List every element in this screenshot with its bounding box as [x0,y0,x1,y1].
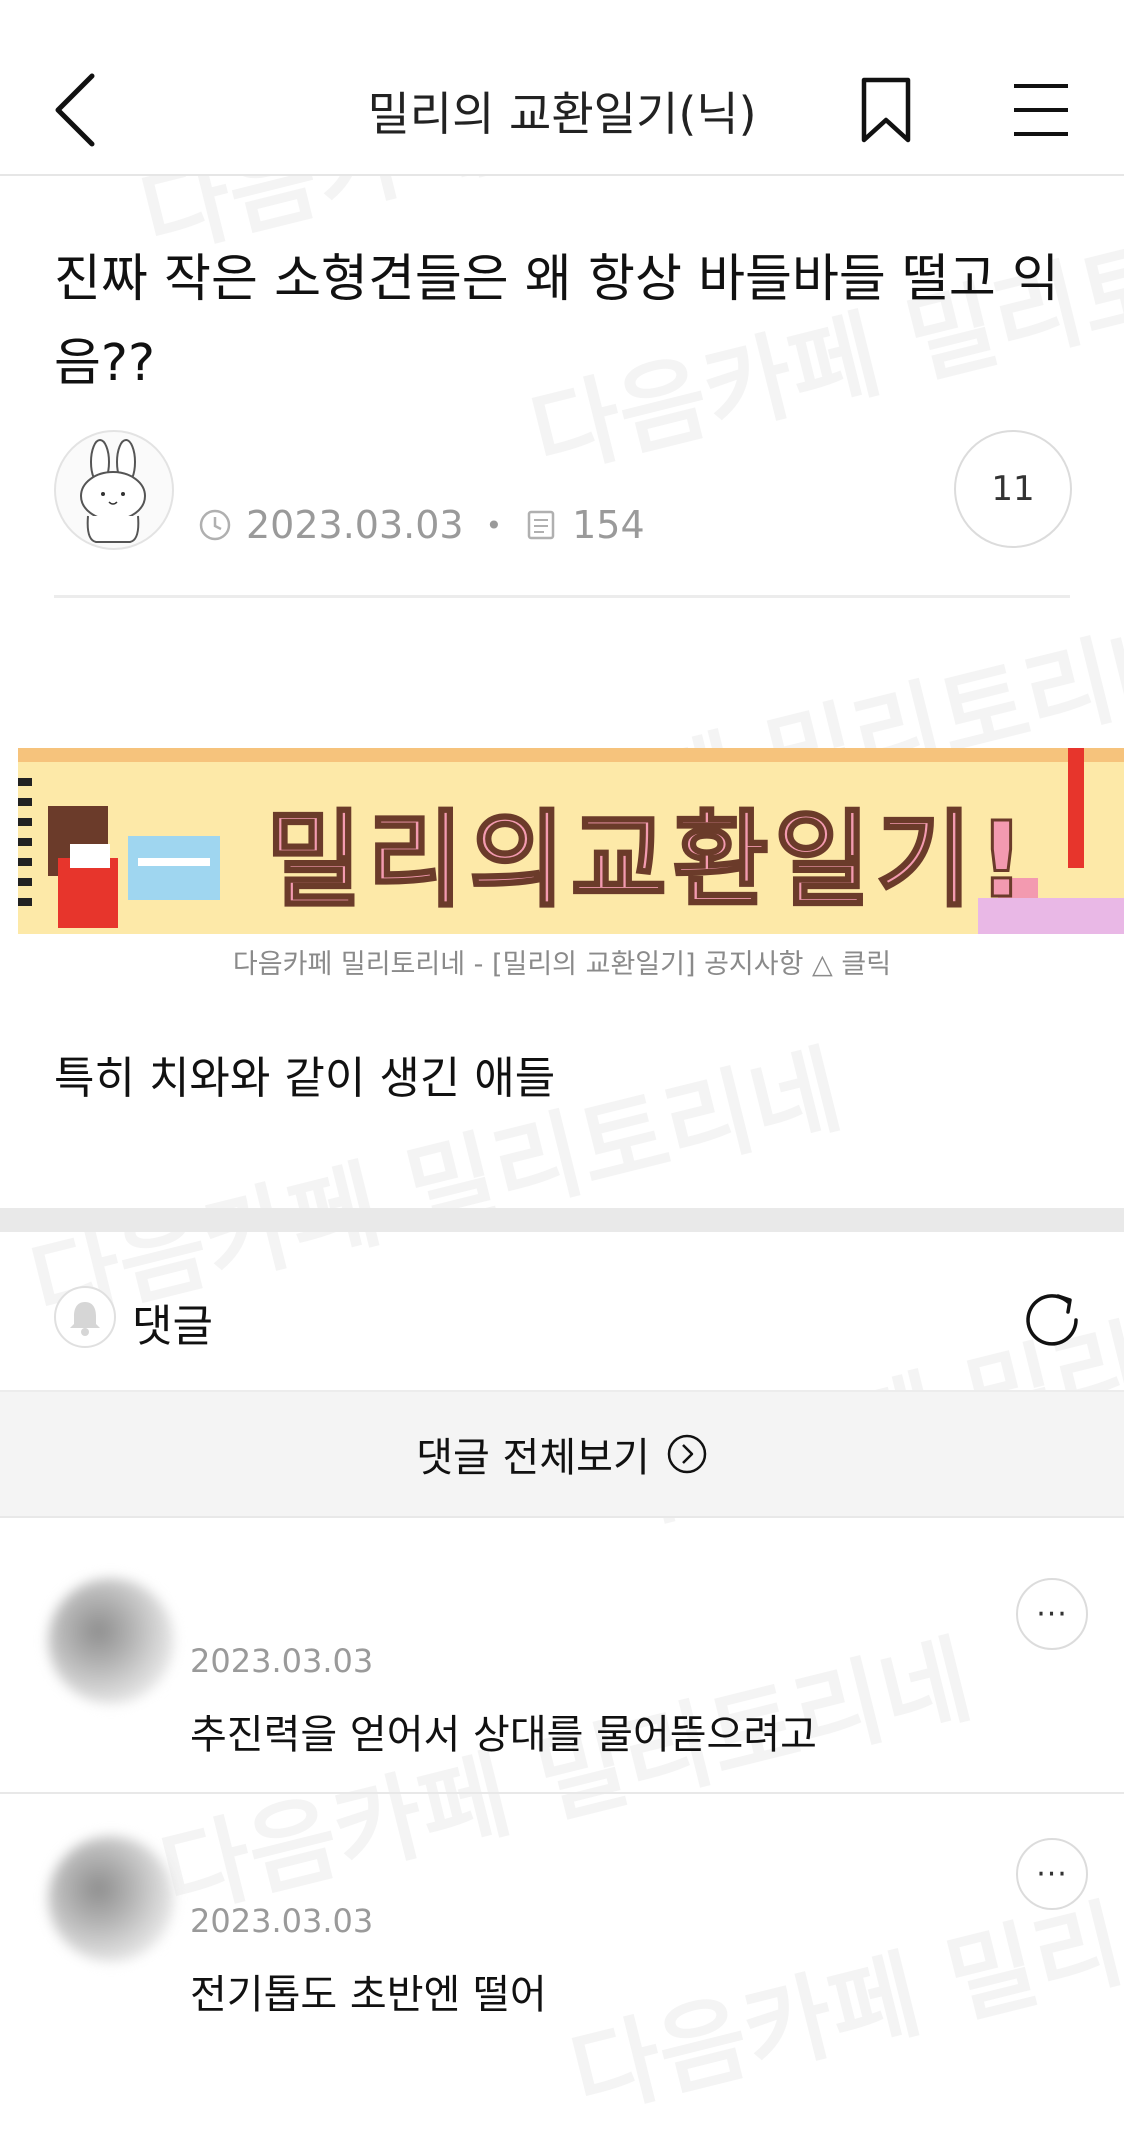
banner-title: 밀리의교환일기! [266,799,1031,921]
view-all-label: 댓글 전체보기 [416,1435,650,1481]
views-icon [527,510,555,540]
divider [0,1792,1124,1794]
comment-avatar[interactable] [48,1836,174,1962]
comment-date: 2023.03.03 [190,1902,374,1940]
notice-banner[interactable]: 밀리의교환일기! [18,748,1124,934]
post-body: 특히 치와와 같이 생긴 애들 [54,1053,556,1104]
author-avatar[interactable] [54,430,174,550]
comment-text: 전기톱도 초반엔 떨어 [190,1972,547,2018]
meta-dot: • [485,508,503,542]
banner-caption[interactable]: 다음카페 밀리토리네 - [밀리의 교환일기] 공지사항 △ 클릭 [0,942,1124,981]
refresh-icon[interactable] [1022,1286,1084,1348]
cafe-title[interactable]: 밀리의 교환일기(닉) [300,78,824,144]
comment-text: 추진력을 얻어서 상대를 물어뜯으려고 [190,1712,817,1758]
post-title: 진짜 작은 소형견들은 왜 항상 바들바들 떨고 익음?? [54,250,1059,393]
chevron-right-circle-icon [667,1434,706,1474]
divider [54,595,1070,598]
post-meta: 2023.03.03 • 154 [198,500,645,550]
comments-label: 댓글 [132,1301,213,1352]
more-icon[interactable]: ··· [1016,1578,1088,1650]
bell-icon[interactable] [54,1286,116,1348]
section-divider [0,1208,1124,1232]
clock-icon [199,509,231,541]
post-date: 2023.03.03 [246,503,464,547]
more-icon[interactable]: ··· [1016,1838,1088,1910]
view-all-comments-button[interactable]: 댓글 전체보기 [0,1392,1124,1518]
bookmark-icon[interactable] [860,76,912,146]
post-views: 154 [572,503,645,547]
comment-avatar[interactable] [48,1578,174,1704]
bunny-avatar-icon [80,439,146,543]
menu-icon[interactable] [1012,80,1070,140]
comment-date: 2023.03.03 [190,1642,374,1680]
back-arrow-icon[interactable] [48,70,108,150]
comment-count-button[interactable]: 11 [954,430,1072,548]
